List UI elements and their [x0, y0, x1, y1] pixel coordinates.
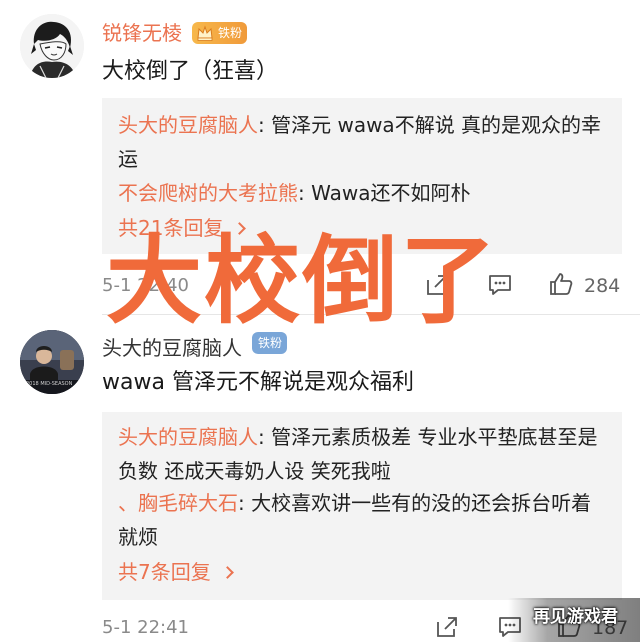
- reply-box[interactable]: 头大的豆腐脑人: 管泽元素质极差 专业水平垫底甚至是负数 还成天毒奶人设 笑死我…: [102, 412, 622, 600]
- username[interactable]: 头大的豆腐脑人: [102, 336, 242, 360]
- reply-author[interactable]: 头大的豆腐脑人: [118, 113, 258, 137]
- reply-separator: :: [258, 113, 272, 137]
- avatar[interactable]: [20, 14, 84, 78]
- comment-time: 5-1 22:41: [102, 617, 189, 638]
- avatar[interactable]: 2018 MID-SEASON: [20, 330, 84, 394]
- reply-item[interactable]: 、胸毛碎大石: 大校喜欢讲一些有的没的还会拆台听着就烦: [118, 486, 610, 554]
- comment-text: wawa 管泽元不解说是观众福利: [102, 370, 414, 395]
- fan-badge-label: 铁粉: [218, 26, 243, 40]
- reply-separator: :: [298, 181, 312, 205]
- reply-separator: :: [258, 425, 272, 449]
- comment-2: 2018 MID-SEASON 头大的豆腐脑人 铁粉 wawa 管泽元不解说是观…: [0, 316, 640, 642]
- crown-icon: [197, 25, 213, 41]
- reply-author[interactable]: 不会爬树的大考拉熊: [118, 181, 298, 205]
- reply-item[interactable]: 不会爬树的大考拉熊: Wawa还不如阿朴: [118, 176, 610, 210]
- fan-badge-label: 铁粉: [258, 336, 283, 350]
- like-icon[interactable]: [548, 271, 574, 297]
- reply-separator: :: [238, 491, 252, 515]
- share-icon[interactable]: [434, 614, 460, 640]
- username[interactable]: 锐锋无棱: [102, 21, 182, 45]
- reply-count-link[interactable]: 共7条回复: [118, 558, 234, 586]
- reply-item[interactable]: 头大的豆腐脑人: 管泽元 wawa不解说 真的是观众的幸运: [118, 108, 610, 176]
- reply-author[interactable]: 头大的豆腐脑人: [118, 425, 258, 449]
- overlay-caption: 大校倒了: [106, 225, 498, 337]
- chevron-right-icon: [220, 566, 234, 579]
- like-count: 284: [584, 275, 621, 297]
- reply-item[interactable]: 头大的豆腐脑人: 管泽元素质极差 专业水平垫底甚至是负数 还成天毒奶人设 笑死我…: [118, 420, 610, 488]
- fan-badge: 铁粉: [192, 22, 248, 44]
- watermark: 再见游戏君: [533, 607, 618, 627]
- reply-author[interactable]: 、胸毛碎大石: [118, 491, 238, 515]
- reply-count-label: 共7条回复: [118, 560, 211, 584]
- avatar-caption: 2018 MID-SEASON: [26, 381, 73, 387]
- comment-text: 大校倒了（狂喜）: [102, 59, 279, 84]
- reply-text: Wawa还不如阿朴: [311, 181, 471, 205]
